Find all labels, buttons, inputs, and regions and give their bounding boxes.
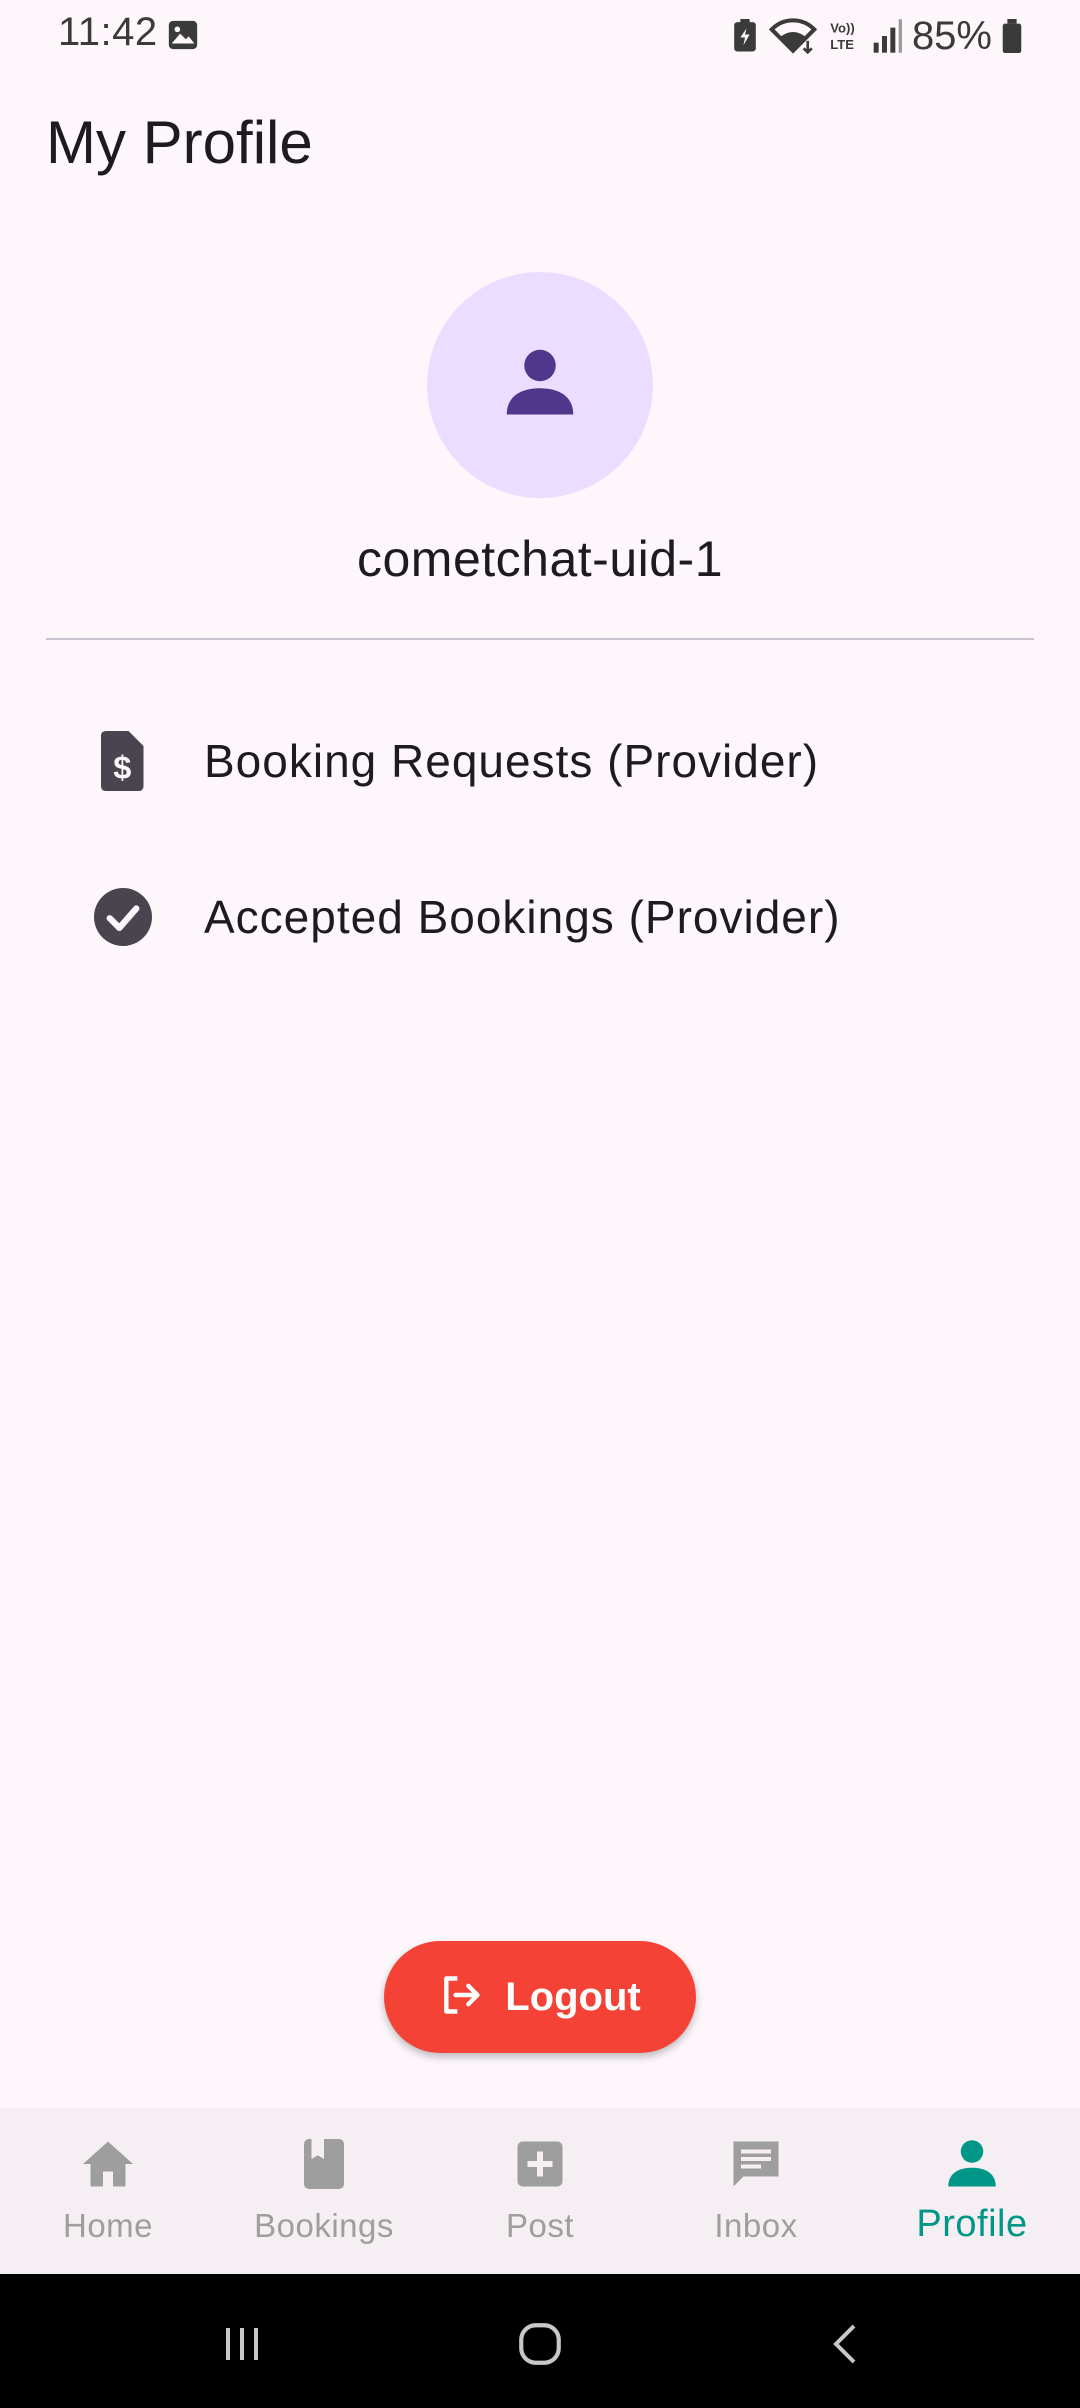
- status-time: 11:42: [58, 10, 158, 54]
- battery-saver-icon: [732, 19, 758, 53]
- menu-item-accepted-bookings[interactable]: Accepted Bookings (Provider): [0, 842, 1080, 992]
- logout-icon: [439, 1973, 483, 2022]
- wifi-icon: [768, 18, 818, 54]
- nav-item-post[interactable]: Post: [432, 2108, 648, 2274]
- nav-label-home: Home: [62, 2207, 154, 2244]
- avatar: [427, 272, 653, 498]
- home-circle-icon[interactable]: [500, 2304, 580, 2384]
- bottom-navigation: Home Bookings Post Inbox Profile: [0, 2108, 1080, 2274]
- nav-item-inbox[interactable]: Inbox: [648, 2108, 864, 2274]
- gallery-notification-icon: [166, 18, 200, 52]
- add-box-icon: [510, 2134, 570, 2199]
- divider: [46, 638, 1034, 640]
- menu-item-label: Booking Requests (Provider): [204, 735, 820, 787]
- signal-icon: [872, 19, 902, 53]
- svg-text:Vo)): Vo)): [830, 21, 854, 36]
- page-title: My Profile: [46, 109, 313, 176]
- nav-item-bookings[interactable]: Bookings: [216, 2108, 432, 2274]
- home-icon: [78, 2134, 138, 2199]
- book-icon: [294, 2134, 354, 2199]
- check-circle-icon: [94, 887, 152, 947]
- logout-button[interactable]: Logout: [384, 1941, 696, 2053]
- status-right-icons: Vo)) LTE 85%: [732, 10, 1022, 62]
- menu-item-label: Accepted Bookings (Provider): [204, 891, 841, 943]
- svg-text:LTE: LTE: [830, 37, 854, 52]
- menu-item-booking-requests[interactable]: $ Booking Requests (Provider): [0, 686, 1080, 836]
- person-icon: [942, 2134, 1002, 2199]
- nav-item-profile[interactable]: Profile: [864, 2108, 1080, 2274]
- request-quote-icon: $: [94, 731, 148, 791]
- nav-label-inbox: Inbox: [714, 2207, 798, 2244]
- logout-label: Logout: [505, 1974, 641, 2019]
- volte-icon: Vo)) LTE: [828, 18, 862, 54]
- recents-icon[interactable]: [202, 2304, 282, 2384]
- battery-icon: [1002, 19, 1022, 53]
- battery-percent: 85%: [911, 13, 992, 58]
- nav-label-profile: Profile: [916, 2203, 1028, 2245]
- chat-icon: [726, 2134, 786, 2199]
- person-icon: [498, 341, 582, 430]
- svg-text:$: $: [113, 750, 131, 786]
- status-bar: 11:42 Vo)) LTE 85%: [0, 0, 1080, 72]
- nav-label-post: Post: [505, 2207, 575, 2244]
- profile-username: cometchat-uid-1: [357, 531, 723, 587]
- back-icon[interactable]: [806, 2304, 886, 2384]
- nav-item-home[interactable]: Home: [0, 2108, 216, 2274]
- nav-label-bookings: Bookings: [254, 2207, 394, 2244]
- system-navigation-bar: [0, 2274, 1080, 2408]
